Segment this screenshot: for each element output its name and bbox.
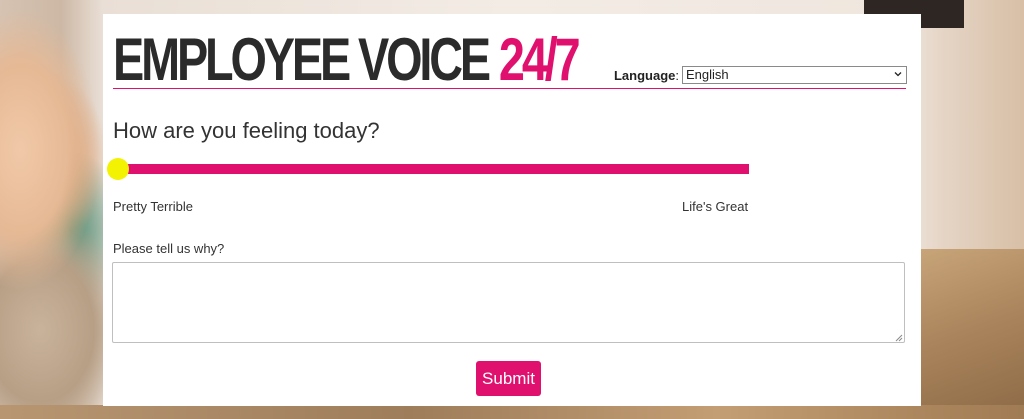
language-separator: : [675,67,679,83]
language-label: Language [613,67,676,83]
slider-min-label: Pretty Terrible [113,199,193,214]
logo-text: EMPLOYEE VOICE [113,26,491,93]
logo-number: 24/7 [498,26,581,93]
chevron-down-icon [894,72,902,77]
reason-textarea[interactable] [112,262,905,343]
header-divider [113,88,906,89]
resize-grip-icon[interactable] [895,334,903,342]
reason-label: Please tell us why? [113,241,225,256]
brand-logo: EMPLOYEE VOICE 24/7 [113,26,581,93]
mood-slider[interactable] [107,156,749,180]
slider-thumb[interactable] [107,158,129,180]
slider-max-label: Life's Great [682,199,749,214]
background-desk-edge [0,405,1024,419]
slider-track[interactable] [117,164,749,174]
submit-button[interactable]: Submit [476,361,541,396]
language-select[interactable]: English [682,66,907,84]
background-desk [914,249,1024,419]
language-selected-value: English [686,67,729,82]
survey-panel: EMPLOYEE VOICE 24/7 Language: English How… [103,14,921,406]
language-picker: Language: English [614,66,907,84]
question-heading: How are you feeling today? [113,118,380,143]
